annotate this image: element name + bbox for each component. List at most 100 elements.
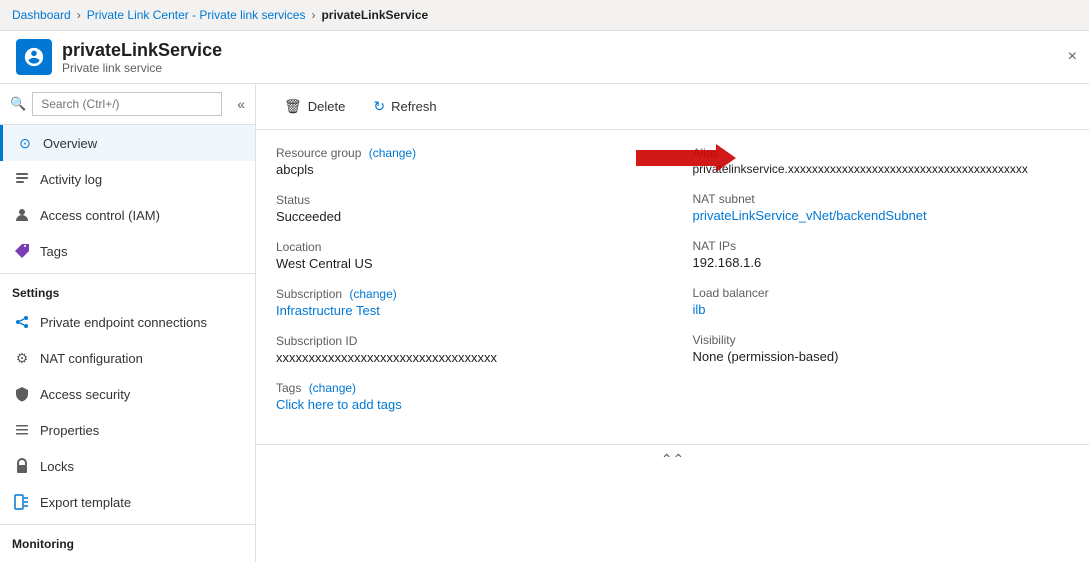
sidebar-nav: ⊙ Overview Activity log Access control (… [0, 125, 255, 562]
resource-group-label: Resource group (change) [276, 146, 653, 160]
subscription-id-value: xxxxxxxxxxxxxxxxxxxxxxxxxxxxxxxxxx [276, 350, 653, 365]
breadcrumb-sep-1: › [77, 8, 81, 22]
sidebar-item-export-template[interactable]: Export template [0, 484, 255, 520]
load-balancer-value: ilb [693, 302, 1070, 317]
alias-value: privatelinkservice.xxxxxxxxxxxxxxxxxxxxx… [693, 162, 1070, 176]
sidebar-item-label: Properties [40, 423, 99, 438]
refresh-button[interactable]: ↻ Refresh [361, 92, 448, 121]
status-value: Succeeded [276, 209, 653, 224]
delete-icon: 🗑 [284, 98, 302, 115]
collapse-up-button[interactable]: ⌃⌃ [661, 451, 684, 468]
field-subscription: Subscription (change) Infrastructure Tes… [276, 287, 653, 318]
sidebar-item-properties[interactable]: Properties [0, 412, 255, 448]
refresh-icon: ↻ [373, 98, 385, 115]
resource-group-value: abcpls [276, 162, 653, 177]
header-text: privateLinkService Private link service [62, 40, 222, 75]
private-link-icon [23, 46, 45, 68]
arrow-annotation [616, 138, 736, 178]
page-subtitle: Private link service [62, 61, 222, 75]
location-value: West Central US [276, 256, 653, 271]
page-title: privateLinkService [62, 40, 222, 61]
sidebar-item-locks[interactable]: Locks [0, 448, 255, 484]
properties-icon [12, 420, 32, 440]
field-nat-ips: NAT IPs 192.168.1.6 [693, 239, 1070, 270]
sidebar-item-alerts[interactable]: Alerts [0, 555, 255, 562]
breadcrumb: Dashboard › Private Link Center - Privat… [0, 0, 1089, 31]
content-area: Resource group (change) abcpls Status Su… [256, 130, 1089, 474]
load-balancer-label: Load balancer [693, 286, 1070, 300]
sidebar-search-container: 🔍 « [0, 84, 255, 125]
sidebar-item-activity-log[interactable]: Activity log [0, 161, 255, 197]
visibility-label: Visibility [693, 333, 1070, 347]
export-template-icon [12, 492, 32, 512]
toolbar: 🗑 Delete ↻ Refresh [256, 84, 1089, 130]
field-tags: Tags (change) Click here to add tags [276, 381, 653, 412]
search-icon: 🔍 [10, 96, 26, 112]
nat-subnet-link[interactable]: privateLinkService_vNet/backendSubnet [693, 208, 927, 223]
subscription-id-label: Subscription ID [276, 334, 653, 348]
subscription-value: Infrastructure Test [276, 303, 653, 318]
collapse-row: ⌃⌃ [256, 444, 1089, 474]
tags-icon [12, 241, 32, 261]
location-label: Location [276, 240, 653, 254]
sidebar-item-label: Tags [40, 244, 67, 259]
field-nat-subnet: NAT subnet privateLinkService_vNet/backe… [693, 192, 1070, 223]
sidebar-item-overview[interactable]: ⊙ Overview [0, 125, 255, 161]
sidebar-item-private-endpoint[interactable]: Private endpoint connections [0, 304, 255, 340]
nat-subnet-label: NAT subnet [693, 192, 1070, 206]
subscription-change-link[interactable]: (change) [349, 287, 396, 301]
collapse-button[interactable]: « [237, 96, 245, 112]
sidebar-item-access-security[interactable]: Access security [0, 376, 255, 412]
breadcrumb-current: privateLinkService [321, 8, 428, 22]
delete-button[interactable]: 🗑 Delete [272, 92, 357, 121]
nat-ips-label: NAT IPs [693, 239, 1070, 253]
tags-change-link[interactable]: (change) [309, 381, 356, 395]
arrow-svg [616, 138, 736, 178]
access-security-icon [12, 384, 32, 404]
search-input[interactable] [32, 92, 222, 116]
add-tags-link[interactable]: Click here to add tags [276, 397, 402, 412]
sidebar-item-label: Overview [43, 136, 97, 151]
sidebar-item-label: Activity log [40, 172, 102, 187]
field-status: Status Succeeded [276, 193, 653, 224]
delete-label: Delete [308, 99, 346, 114]
overview-icon: ⊙ [15, 133, 35, 153]
visibility-value: None (permission-based) [693, 349, 1070, 364]
tags-label: Tags (change) [276, 381, 653, 395]
sidebar-item-label: NAT configuration [40, 351, 143, 366]
subscription-label: Subscription (change) [276, 287, 653, 301]
private-endpoint-icon [12, 312, 32, 332]
load-balancer-link[interactable]: ilb [693, 302, 706, 317]
breadcrumb-sep-2: › [311, 8, 315, 22]
sidebar-item-access-control[interactable]: Access control (IAM) [0, 197, 255, 233]
status-label: Status [276, 193, 653, 207]
sidebar-item-label: Export template [40, 495, 131, 510]
field-alias: Alias privatelinkservice.xxxxxxxxxxxxxxx… [693, 146, 1070, 176]
left-column: Resource group (change) abcpls Status Su… [276, 146, 653, 428]
sidebar-item-label: Access control (IAM) [40, 208, 160, 223]
sidebar-item-nat-config[interactable]: ⚙ NAT configuration [0, 340, 255, 376]
field-resource-group: Resource group (change) abcpls [276, 146, 653, 177]
nat-ips-value: 192.168.1.6 [693, 255, 1070, 270]
breadcrumb-private-link[interactable]: Private Link Center - Private link servi… [87, 8, 306, 22]
field-subscription-id: Subscription ID xxxxxxxxxxxxxxxxxxxxxxxx… [276, 334, 653, 365]
alias-label: Alias [693, 146, 1070, 160]
settings-section-label: Settings [0, 273, 255, 304]
close-button[interactable]: × [1068, 48, 1077, 66]
refresh-label: Refresh [391, 99, 437, 114]
access-control-icon [12, 205, 32, 225]
field-load-balancer: Load balancer ilb [693, 286, 1070, 317]
nat-config-icon: ⚙ [12, 348, 32, 368]
subscription-link[interactable]: Infrastructure Test [276, 303, 380, 318]
service-icon [16, 39, 52, 75]
nat-subnet-value: privateLinkService_vNet/backendSubnet [693, 208, 1070, 223]
sidebar-item-tags[interactable]: Tags [0, 233, 255, 269]
monitoring-section-label: Monitoring [0, 524, 255, 555]
breadcrumb-dashboard[interactable]: Dashboard [12, 8, 71, 22]
field-location: Location West Central US [276, 240, 653, 271]
sidebar-item-label: Locks [40, 459, 74, 474]
sidebar-item-label: Private endpoint connections [40, 315, 207, 330]
page-header: privateLinkService Private link service … [0, 31, 1089, 84]
resource-group-change-link[interactable]: (change) [369, 146, 416, 160]
right-column: Alias privatelinkservice.xxxxxxxxxxxxxxx… [693, 146, 1070, 428]
